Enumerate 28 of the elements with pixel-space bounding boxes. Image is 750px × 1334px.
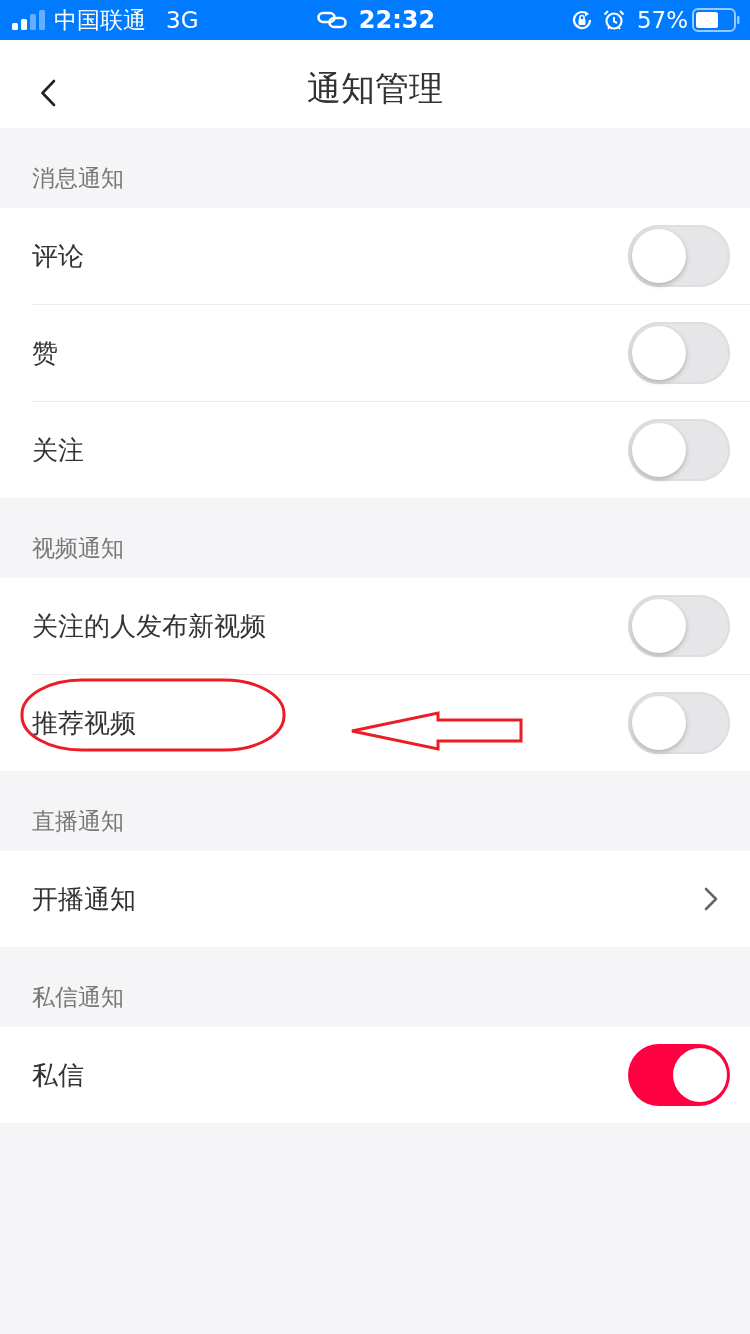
section-title: 消息通知	[32, 164, 124, 193]
section-title: 私信通知	[32, 983, 124, 1012]
carrier-name: 中国联通	[54, 6, 146, 34]
page-title: 通知管理	[307, 67, 443, 110]
battery-icon	[692, 8, 740, 32]
link-icon	[316, 11, 347, 29]
section-title: 直播通知	[32, 807, 124, 836]
toggle-switch[interactable]	[628, 419, 730, 481]
toggle-switch[interactable]	[628, 225, 730, 287]
back-chevron-icon	[40, 79, 56, 107]
section-title: 视频通知	[32, 534, 124, 563]
toggle-switch[interactable]	[628, 692, 730, 754]
setting-label: 关注的人发布新视频	[32, 610, 266, 643]
setting-label: 评论	[32, 240, 84, 273]
chevron-right-icon	[704, 887, 718, 911]
battery-percent: 57%	[636, 6, 688, 34]
setting-label: 关注	[32, 434, 84, 467]
setting-label: 推荐视频	[32, 707, 136, 740]
toggle-switch[interactable]	[628, 595, 730, 657]
signal-icon	[12, 10, 46, 30]
toggle-switch[interactable]	[628, 322, 730, 384]
menu-item[interactable]: 开播通知	[0, 851, 750, 947]
alarm-clock-icon	[602, 9, 625, 31]
setting-label: 赞	[32, 337, 58, 370]
setting-label: 私信	[32, 1059, 84, 1092]
rotation-lock-icon	[570, 9, 593, 31]
status-time: 22:32	[358, 6, 436, 34]
network-type: 3G	[166, 6, 199, 34]
